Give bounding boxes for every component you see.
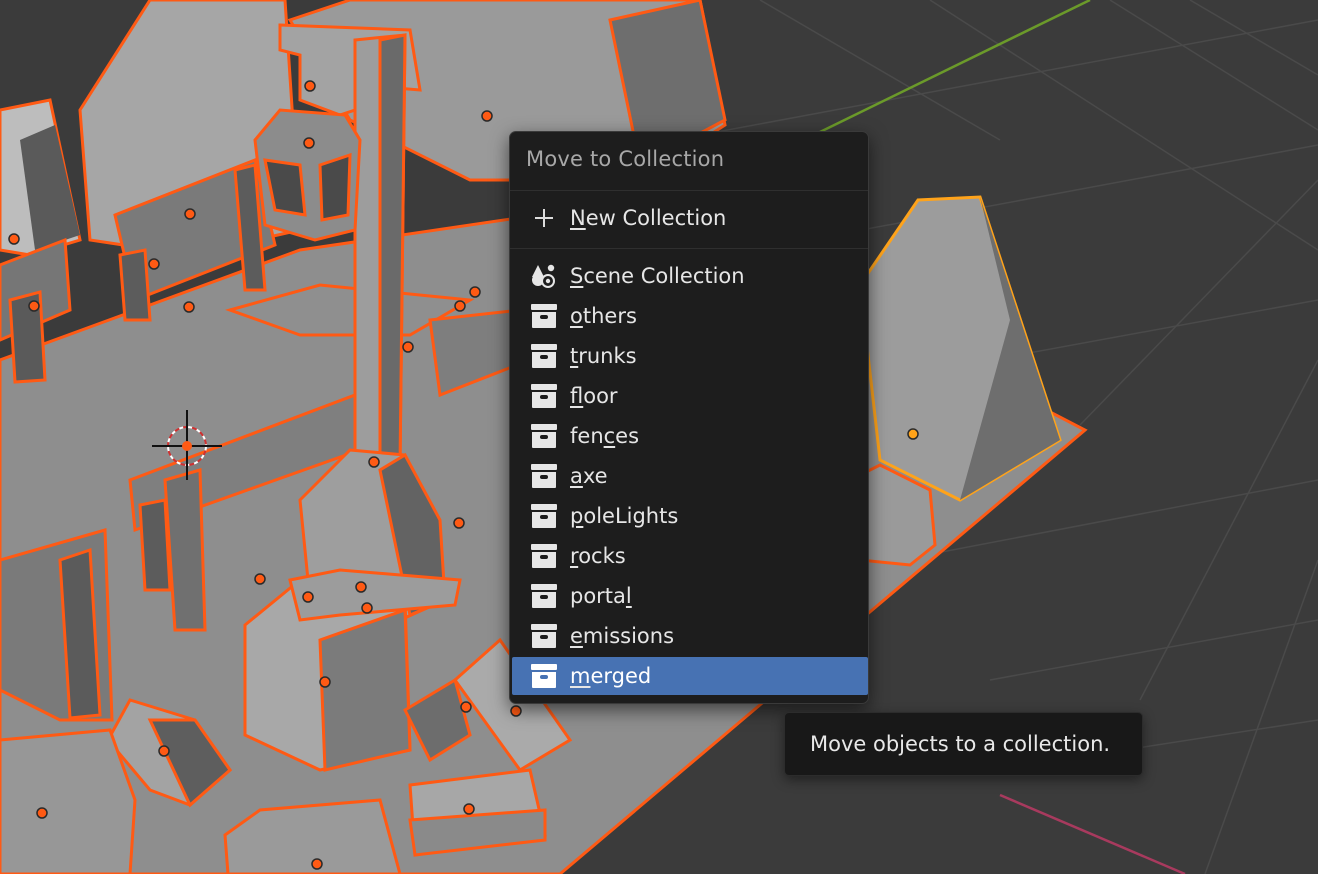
- collection-box-icon: [528, 500, 560, 532]
- collection-item-rocks[interactable]: rocks: [512, 537, 868, 575]
- collection-item-fences[interactable]: fences: [512, 417, 868, 455]
- collection-box-icon: [528, 300, 560, 332]
- collection-box-icon: [528, 540, 560, 572]
- collection-item-emissions[interactable]: emissions: [512, 617, 868, 655]
- menu-title: Move to Collection: [526, 147, 725, 171]
- scene-collection-item[interactable]: Scene Collection: [512, 257, 868, 295]
- collection-item-axe[interactable]: axe: [512, 457, 868, 495]
- tooltip: Move objects to a collection.: [784, 712, 1143, 776]
- menu-item-label: floor: [570, 384, 618, 408]
- collection-item-others[interactable]: others: [512, 297, 868, 335]
- menu-item-label: New Collection: [570, 206, 727, 230]
- menu-item-label: emissions: [570, 624, 675, 648]
- new-collection-item[interactable]: New Collection: [512, 199, 868, 237]
- collection-item-merged[interactable]: merged: [512, 657, 868, 695]
- collection-box-icon: [528, 580, 560, 612]
- collection-box-icon: [528, 420, 560, 452]
- menu-item-label: poleLights: [570, 504, 679, 528]
- scene-collection-icon: [528, 260, 560, 292]
- menu-item-label: axe: [570, 464, 608, 488]
- collection-item-portal[interactable]: portal: [512, 577, 868, 615]
- menu-item-label: others: [570, 304, 637, 328]
- menu-separator: [510, 190, 868, 191]
- collection-box-icon: [528, 380, 560, 412]
- menu-item-label: fences: [570, 424, 640, 448]
- menu-item-label: trunks: [570, 344, 637, 368]
- collection-item-trunks[interactable]: trunks: [512, 337, 868, 375]
- collection-box-icon: [528, 660, 560, 692]
- collection-box-icon: [528, 460, 560, 492]
- menu-item-label: rocks: [570, 544, 626, 568]
- move-to-collection-menu: Move to Collection New Collection Scene …: [509, 131, 869, 704]
- collection-item-poleLights[interactable]: poleLights: [512, 497, 868, 535]
- menu-item-label: merged: [570, 664, 652, 688]
- menu-item-label: Scene Collection: [570, 264, 745, 288]
- collection-box-icon: [528, 340, 560, 372]
- menu-item-label: portal: [570, 584, 632, 608]
- collection-item-floor[interactable]: floor: [512, 377, 868, 415]
- collection-box-icon: [528, 620, 560, 652]
- menu-separator: [510, 248, 868, 249]
- plus-icon: [528, 202, 560, 234]
- tooltip-text: Move objects to a collection.: [810, 732, 1111, 756]
